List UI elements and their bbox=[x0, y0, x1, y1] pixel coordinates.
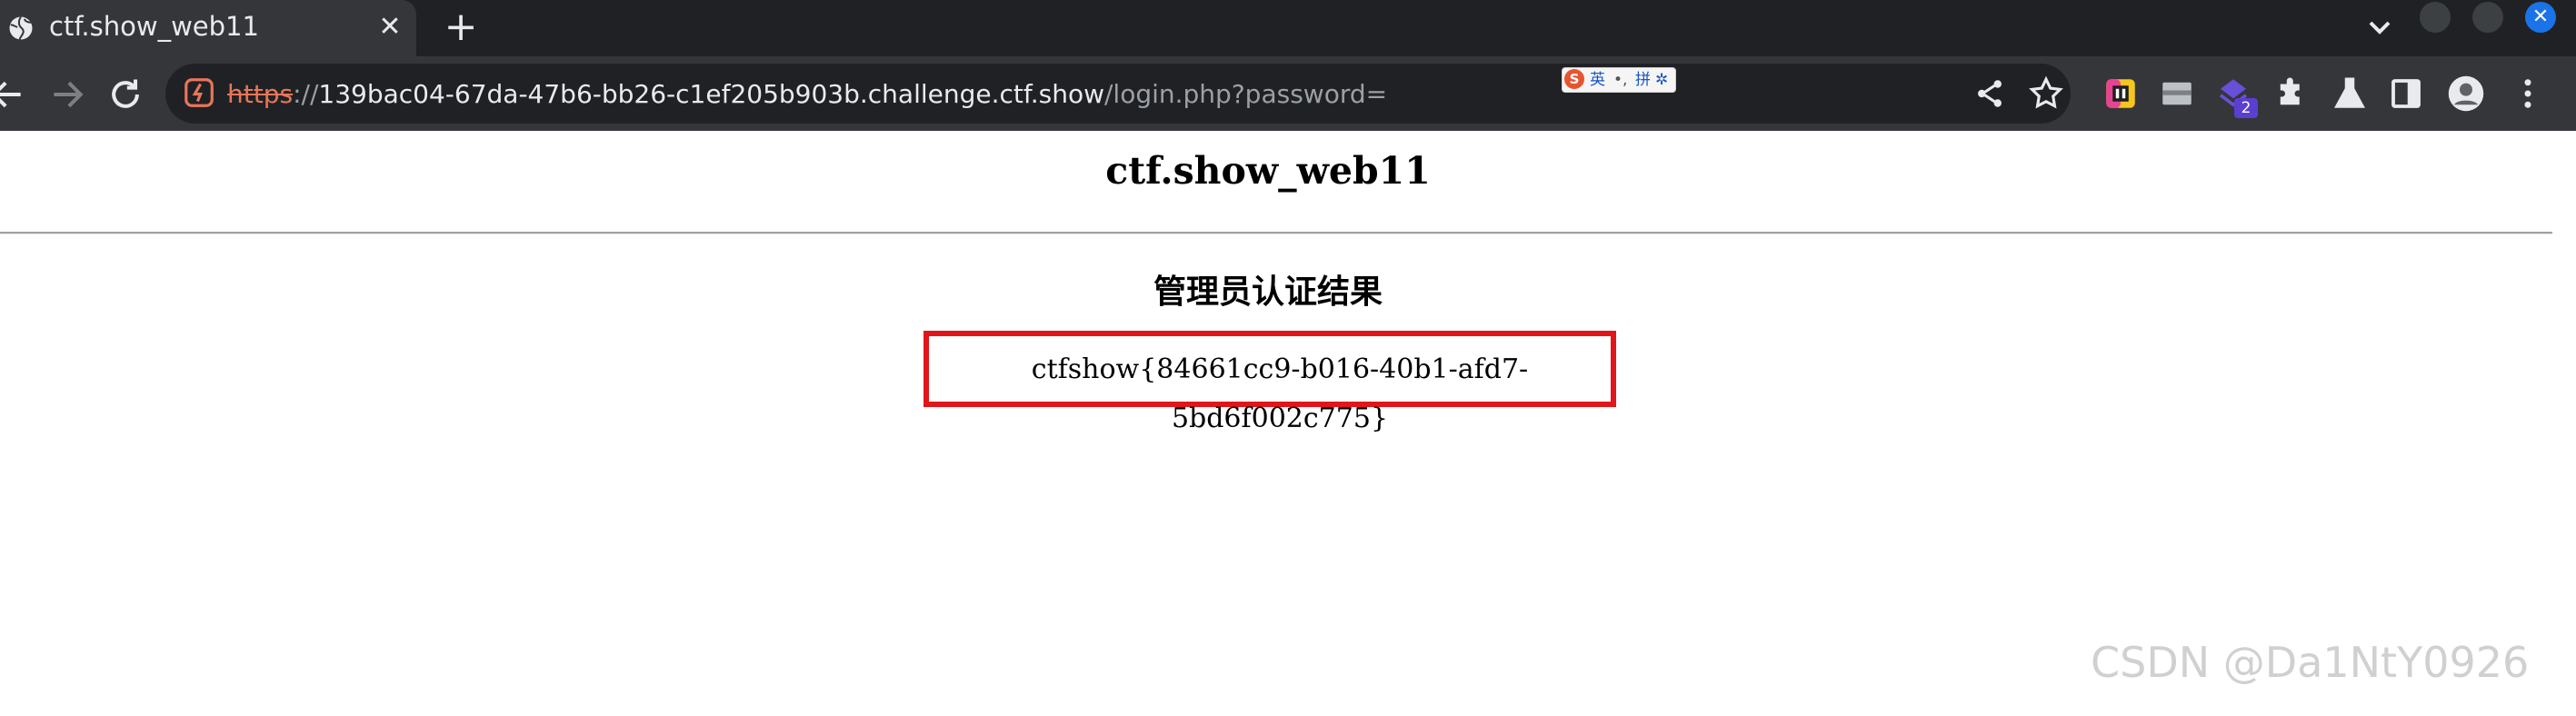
chevron-down-icon[interactable] bbox=[2361, 9, 2398, 45]
page-title: ctf.show_web11 bbox=[1105, 149, 1431, 193]
ime-lang[interactable]: 英 bbox=[1590, 70, 1605, 90]
ime-settings-icon[interactable]: ✲ bbox=[1655, 70, 1668, 90]
flag-result: ctfshow{84661cc9-b016-40b1-afd7-5bd6f002… bbox=[1031, 353, 1529, 434]
close-icon: ✕ bbox=[2531, 5, 2550, 28]
globe-icon bbox=[9, 15, 33, 40]
forward-arrow-icon[interactable] bbox=[47, 75, 87, 114]
puzzle-icon[interactable] bbox=[2272, 75, 2311, 113]
section-title: 管理员认证结果 bbox=[1153, 273, 1383, 311]
star-icon[interactable] bbox=[2027, 75, 2065, 113]
ime-mode[interactable]: 拼 bbox=[1635, 70, 1651, 90]
avatar-icon[interactable] bbox=[2447, 75, 2485, 113]
tab-strip: ctf.show_web11 ✕ + ✕ bbox=[0, 0, 2576, 56]
reader-mode-icon[interactable] bbox=[2158, 75, 2196, 113]
ime-punct[interactable]: •, bbox=[1613, 70, 1627, 90]
reload-icon[interactable] bbox=[105, 75, 145, 114]
not-secure-icon[interactable] bbox=[182, 75, 216, 110]
url-host: 139bac04-67da-47b6-bb26-c1ef205b903b.cha… bbox=[318, 79, 1104, 109]
labs-flask-icon[interactable] bbox=[2331, 75, 2369, 113]
window-close-button[interactable]: ✕ bbox=[2525, 2, 2556, 33]
url-path: /login.php?password= bbox=[1103, 79, 1388, 109]
minimize-button[interactable] bbox=[2420, 2, 2451, 33]
colorful-extension-icon[interactable] bbox=[2102, 75, 2140, 113]
ime-status-bar[interactable]: S 英 •, 拼 ✲ bbox=[1562, 67, 1676, 93]
back-arrow-icon[interactable] bbox=[0, 75, 27, 114]
tab-close-icon[interactable]: ✕ bbox=[373, 10, 407, 45]
watermark: CSDN @Da1NtY0926 bbox=[2091, 638, 2530, 687]
ime-logo-icon: S bbox=[1564, 69, 1584, 89]
tab-title: ctf.show_web11 bbox=[49, 11, 259, 42]
share-icon[interactable] bbox=[1971, 75, 2009, 113]
url-text[interactable]: https://139bac04-67da-47b6-bb26-c1ef205b… bbox=[227, 76, 1387, 113]
url-separator: :// bbox=[293, 79, 319, 109]
horizontal-rule bbox=[0, 232, 2552, 234]
new-tab-button[interactable]: + bbox=[440, 7, 482, 49]
maximize-button[interactable] bbox=[2472, 2, 2503, 33]
browser-tab[interactable]: ctf.show_web11 ✕ bbox=[0, 0, 416, 56]
extension-badge-count: 2 bbox=[2234, 98, 2258, 118]
kebab-menu-icon[interactable] bbox=[2509, 75, 2547, 113]
url-scheme: https bbox=[227, 79, 294, 109]
side-panel-icon[interactable] bbox=[2387, 75, 2425, 113]
